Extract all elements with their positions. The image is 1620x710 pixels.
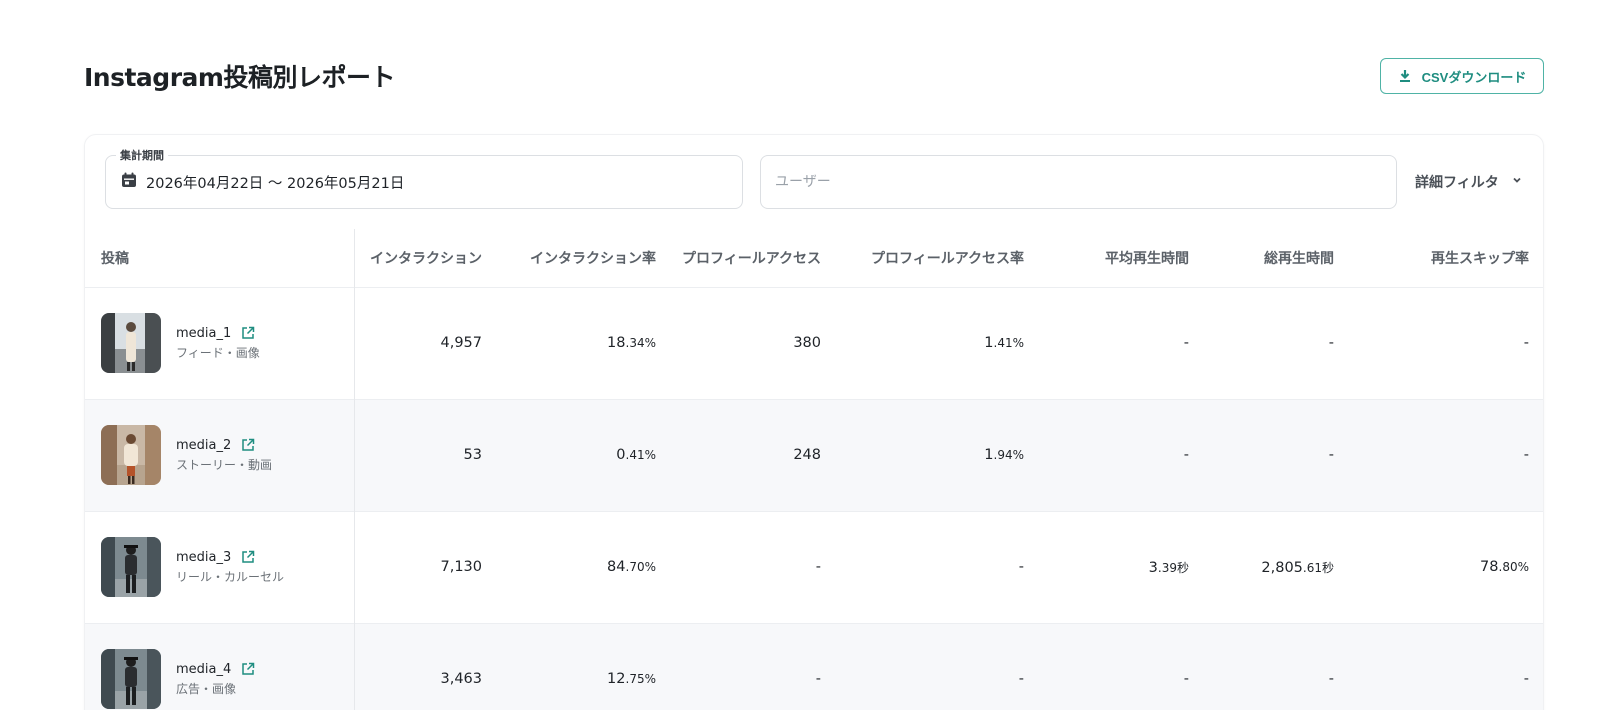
- post-cell: media_3 リール・カルーセル: [85, 510, 355, 623]
- table-row[interactable]: media_2 ストーリー・動画 53 0.41% 248 1.94% - - …: [85, 398, 1543, 511]
- advanced-filter-label: 詳細フィルタ: [1415, 175, 1499, 191]
- profile-access-cell: -: [672, 510, 837, 623]
- post-thumbnail[interactable]: [101, 425, 161, 485]
- post-name: media_2: [176, 437, 232, 453]
- column-header-skip-rate[interactable]: 再生スキップ率: [1350, 229, 1543, 287]
- interaction-rate-cell: 12.75%: [498, 622, 672, 710]
- profile-access-cell: 248: [672, 398, 837, 511]
- external-link-icon[interactable]: [241, 326, 255, 340]
- column-header-profile-access[interactable]: プロフィールアクセス: [672, 229, 837, 287]
- column-header-post[interactable]: 投稿: [85, 229, 355, 287]
- total-play-time-cell: 2,805.61秒: [1205, 510, 1350, 623]
- csv-download-label: CSVダウンロード: [1421, 69, 1527, 85]
- column-header-total-play-time[interactable]: 総再生時間: [1205, 229, 1350, 287]
- post-name: media_1: [176, 325, 232, 341]
- profile-access-rate-cell: -: [837, 510, 1040, 623]
- post-type: ストーリー・動画: [176, 457, 273, 472]
- calendar-icon: [121, 172, 137, 192]
- post-thumbnail[interactable]: [101, 537, 161, 597]
- user-input[interactable]: [775, 174, 1396, 190]
- post-thumbnail[interactable]: [101, 649, 161, 710]
- total-play-time-cell: -: [1205, 286, 1350, 399]
- profile-access-rate-cell: -: [837, 622, 1040, 710]
- skip-rate-cell: -: [1350, 286, 1543, 399]
- interaction-rate-cell: 0.41%: [498, 398, 672, 511]
- period-label: 集計期間: [116, 147, 168, 163]
- post-cell: media_1 フィード・画像: [85, 286, 355, 399]
- table-row[interactable]: media_4 広告・画像 3,463 12.75% - - - - -: [85, 622, 1543, 710]
- post-cell: media_4 広告・画像: [85, 622, 355, 710]
- chevron-down-icon: [1511, 174, 1523, 190]
- post-type: リール・カルーセル: [176, 569, 285, 584]
- post-name: media_4: [176, 661, 232, 677]
- interaction-rate-cell: 84.70%: [498, 510, 672, 623]
- column-header-avg-play-time[interactable]: 平均再生時間: [1040, 229, 1205, 287]
- column-header-interaction-rate[interactable]: インタラクション率: [498, 229, 672, 287]
- total-play-time-cell: -: [1205, 622, 1350, 710]
- post-report-table: 投稿 インタラクション インタラクション率 プロフィールアクセス プロフィールア…: [85, 229, 1543, 710]
- external-link-icon[interactable]: [241, 550, 255, 564]
- table-row[interactable]: media_1 フィード・画像 4,957 18.34% 380 1.41% -: [85, 286, 1543, 399]
- advanced-filter-button[interactable]: 詳細フィルタ: [1415, 167, 1523, 197]
- period-field[interactable]: 集計期間 2026年04月22日 〜 2026年05月21日: [105, 147, 743, 209]
- post-name: media_3: [176, 549, 232, 565]
- post-type: 広告・画像: [176, 681, 237, 696]
- profile-access-cell: 380: [672, 286, 837, 399]
- column-header-profile-access-rate[interactable]: プロフィールアクセス率: [837, 229, 1040, 287]
- page-title: Instagram投稿別レポート: [84, 63, 395, 92]
- external-link-icon[interactable]: [241, 662, 255, 676]
- interactions-cell: 3,463: [354, 622, 498, 710]
- profile-access-rate-cell: 1.94%: [837, 398, 1040, 511]
- post-cell: media_2 ストーリー・動画: [85, 398, 355, 511]
- interactions-cell: 53: [354, 398, 498, 511]
- post-thumbnail[interactable]: [101, 313, 161, 373]
- report-card: 集計期間 2026年04月22日 〜 2026年05月21日 詳細フィルタ 投稿…: [84, 134, 1544, 710]
- profile-access-rate-cell: 1.41%: [837, 286, 1040, 399]
- table-header-row: 投稿 インタラクション インタラクション率 プロフィールアクセス プロフィールア…: [85, 229, 1543, 287]
- avg-play-time-cell: 3.39秒: [1040, 510, 1205, 623]
- avg-play-time-cell: -: [1040, 622, 1205, 710]
- table-row[interactable]: media_3 リール・カルーセル 7,130 84.70% - - 3.39秒: [85, 510, 1543, 623]
- period-value: 2026年04月22日 〜 2026年05月21日: [146, 175, 405, 192]
- external-link-icon[interactable]: [241, 438, 255, 452]
- download-icon: [1398, 69, 1412, 83]
- skip-rate-cell: 78.80%: [1350, 510, 1543, 623]
- user-field[interactable]: [760, 155, 1397, 209]
- csv-download-button[interactable]: CSVダウンロード: [1380, 58, 1544, 94]
- total-play-time-cell: -: [1205, 398, 1350, 511]
- interactions-cell: 4,957: [354, 286, 498, 399]
- avg-play-time-cell: -: [1040, 398, 1205, 511]
- profile-access-cell: -: [672, 622, 837, 710]
- avg-play-time-cell: -: [1040, 286, 1205, 399]
- skip-rate-cell: -: [1350, 622, 1543, 710]
- skip-rate-cell: -: [1350, 398, 1543, 511]
- interaction-rate-cell: 18.34%: [498, 286, 672, 399]
- column-header-interactions[interactable]: インタラクション: [354, 229, 498, 287]
- post-type: フィード・画像: [176, 345, 260, 360]
- interactions-cell: 7,130: [354, 510, 498, 623]
